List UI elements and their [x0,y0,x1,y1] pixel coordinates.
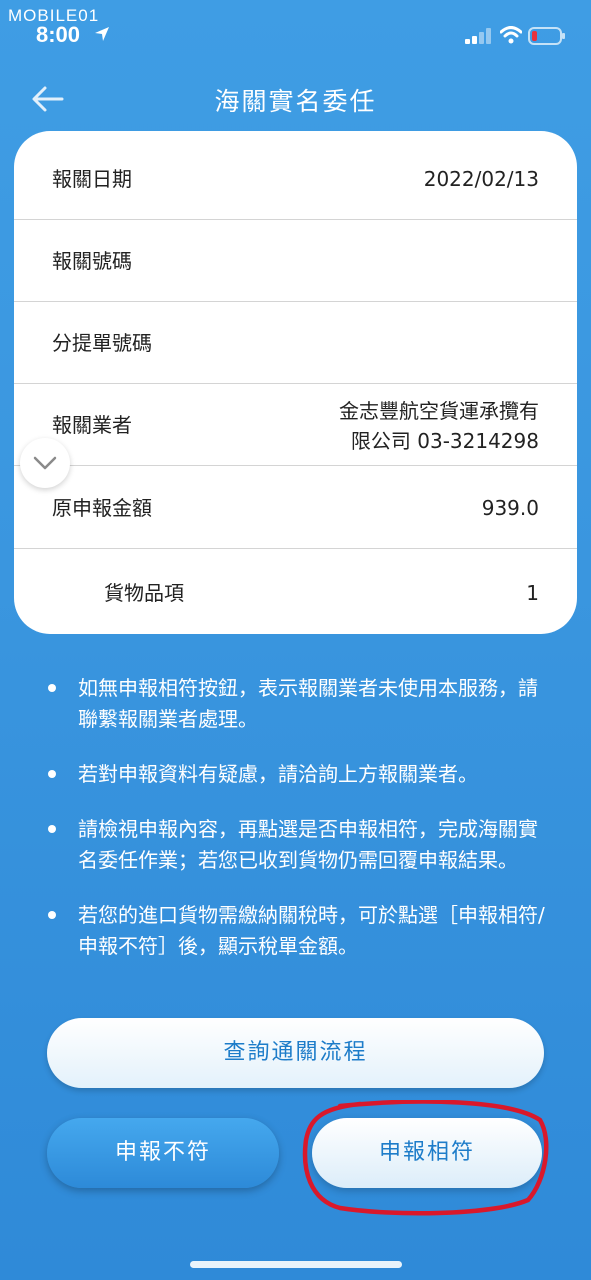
items-value: 1 [526,581,539,605]
bullet-dot [48,911,56,919]
notes-list: 如無申報相符按鈕，表示報關業者未使用本服務，請聯繫報關業者處理。 若對申報資料有… [46,673,546,986]
amount-label: 原申報金額 [52,496,152,520]
location-arrow-icon [95,27,109,41]
bullet-dot [48,825,56,833]
broker-value-line1: 金志豐航空貨運承攬有 [339,399,539,423]
declaration-card: 報關日期 2022/02/13 報關號碼 分提單號碼 報關業者 金志豐航空貨運承… [14,131,577,634]
page-title: 海關實名委任 [214,87,377,116]
declaration-date-value: 2022/02/13 [423,167,539,191]
note-text: 請檢視申報內容，再點選是否申報相符，完成海關實名委任作業；若您已收到貨物仍需回覆… [78,817,538,872]
redaction-mark [344,256,577,270]
status-bar: MOBILE01 8:00 [0,0,591,50]
broker-row: 報關業者 金志豐航空貨運承攬有 限公司 03-3214298 [14,384,577,466]
note-item: 若對申報資料有疑慮，請洽詢上方報關業者。 [46,759,546,790]
home-indicator [190,1261,402,1268]
bullet-dot [48,684,56,692]
declaration-date-row: 報關日期 2022/02/13 [14,138,577,220]
items-row[interactable]: 貨物品項 1 [14,552,577,634]
bullet-dot [48,770,56,778]
amount-row: 原申報金額 939.0 [14,467,577,549]
amount-value: 939.0 [481,496,539,520]
declaration-number-row: 報關號碼 [14,220,577,302]
bill-number-label: 分提單號碼 [52,331,152,355]
customs-flow-button[interactable]: 查詢通關流程 [47,1018,544,1088]
note-text: 若對申報資料有疑慮，請洽詢上方報關業者。 [78,762,478,786]
declaration-number-label: 報關號碼 [52,249,132,273]
note-item: 如無申報相符按鈕，表示報關業者未使用本服務，請聯繫報關業者處理。 [46,673,546,735]
note-text: 若您的進口貨物需繳納關稅時，可於點選［申報相符/申報不符］後，顯示稅單金額。 [78,903,545,958]
note-text: 如無申報相符按鈕，表示報關業者未使用本服務，請聯繫報關業者處理。 [78,676,538,731]
status-time: 8:00 [36,22,81,47]
broker-value-line2: 限公司 03-3214298 [350,429,539,453]
battery-low-icon [528,27,565,45]
bill-number-row: 分提單號碼 [14,302,577,384]
note-item: 若您的進口貨物需繳納關稅時，可於點選［申報相符/申報不符］後，顯示稅單金額。 [46,900,546,962]
declaration-match-button[interactable]: 申報相符 [312,1118,542,1188]
broker-value: 金志豐航空貨運承攬有 限公司 03-3214298 [339,396,539,456]
expand-items-button[interactable] [20,438,70,488]
cellular-signal-icon [465,28,491,44]
declaration-date-label: 報關日期 [52,167,132,191]
items-label: 貨物品項 [104,581,184,605]
declaration-mismatch-button[interactable]: 申報不符 [47,1118,279,1188]
chevron-down-icon [33,456,57,470]
note-item: 請檢視申報內容，再點選是否申報相符，完成海關實名委任作業；若您已收到貨物仍需回覆… [46,814,546,876]
wifi-icon [500,26,522,44]
redaction-mark [374,340,550,354]
